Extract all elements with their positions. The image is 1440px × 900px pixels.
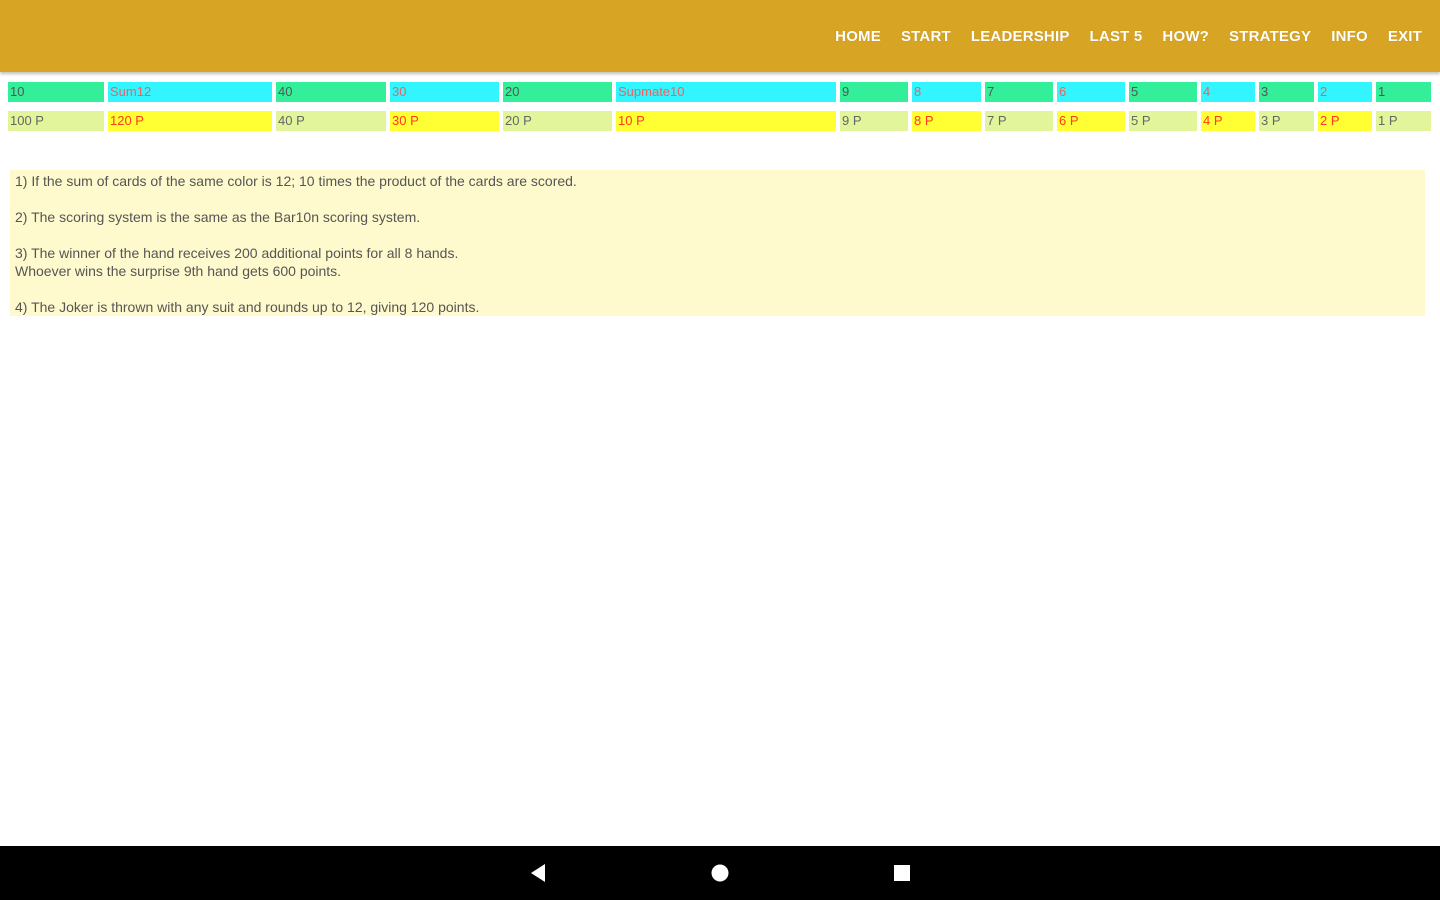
rule-3-line-1: 3) The winner of the hand receives 200 a…: [15, 245, 459, 261]
score-points-cell: 9 P: [840, 111, 908, 131]
app-bar: HOME START LEADERSHIP LAST 5 HOW? STRATE…: [0, 0, 1440, 72]
score-label-cell: 10: [8, 82, 104, 102]
nav-last-5[interactable]: LAST 5: [1090, 28, 1143, 45]
rules-panel: 1) If the sum of cards of the same color…: [10, 170, 1425, 316]
score-points-cell: 40 P: [276, 111, 386, 131]
score-label-cell: 30: [390, 82, 499, 102]
back-triangle-icon[interactable]: [527, 862, 549, 884]
score-points-cell: 1 P: [1376, 111, 1431, 131]
score-label-cell: 20: [503, 82, 612, 102]
nav-how[interactable]: HOW?: [1162, 28, 1209, 45]
score-label-row: 10 Sum12 40 30 20 Supmate10 9 8 7 6 5 4 …: [8, 82, 1433, 102]
score-points-cell: 6 P: [1057, 111, 1125, 131]
score-label-cell: 5: [1129, 82, 1197, 102]
score-label-cell: 6: [1057, 82, 1125, 102]
nav-leadership[interactable]: LEADERSHIP: [971, 28, 1070, 45]
nav-start[interactable]: START: [901, 28, 951, 45]
score-label-cell: 40: [276, 82, 386, 102]
score-points-cell: 30 P: [390, 111, 499, 131]
score-label-cell: 1: [1376, 82, 1431, 102]
score-points-cell: 7 P: [985, 111, 1053, 131]
nav-info[interactable]: INFO: [1331, 28, 1368, 45]
score-label-cell: 8: [912, 82, 981, 102]
score-label-cell: 9: [840, 82, 908, 102]
system-nav-bar: [0, 846, 1440, 900]
nav-exit[interactable]: EXIT: [1388, 28, 1422, 45]
score-points-cell: 10 P: [616, 111, 836, 131]
score-points-cell: 120 P: [108, 111, 272, 131]
score-points-cell: 20 P: [503, 111, 612, 131]
score-label-cell: 7: [985, 82, 1053, 102]
score-label-cell: Supmate10: [616, 82, 836, 102]
main-nav: HOME START LEADERSHIP LAST 5 HOW? STRATE…: [815, 0, 1422, 72]
recents-square-icon[interactable]: [892, 863, 912, 883]
nav-home[interactable]: HOME: [835, 28, 881, 45]
score-points-cell: 100 P: [8, 111, 104, 131]
score-label-cell: 3: [1259, 82, 1314, 102]
score-points-cell: 4 P: [1201, 111, 1255, 131]
score-label-cell: 4: [1201, 82, 1255, 102]
score-points-cell: 3 P: [1259, 111, 1314, 131]
score-points-cell: 8 P: [912, 111, 981, 131]
score-points-row: 100 P 120 P 40 P 30 P 20 P 10 P 9 P 8 P …: [8, 111, 1433, 131]
rule-1: 1) If the sum of cards of the same color…: [15, 173, 577, 189]
rule-2: 2) The scoring system is the same as the…: [15, 209, 421, 225]
rule-3-line-2: Whoever wins the surprise 9th hand gets …: [15, 263, 342, 279]
home-circle-icon[interactable]: [710, 863, 730, 883]
rule-3: 3) The winner of the hand receives 200 a…: [15, 244, 1420, 280]
rule-4: 4) The Joker is thrown with any suit and…: [15, 299, 480, 315]
score-points-cell: 2 P: [1318, 111, 1372, 131]
score-points-cell: 5 P: [1129, 111, 1197, 131]
nav-strategy[interactable]: STRATEGY: [1229, 28, 1311, 45]
score-label-cell: Sum12: [108, 82, 272, 102]
score-label-cell: 2: [1318, 82, 1372, 102]
